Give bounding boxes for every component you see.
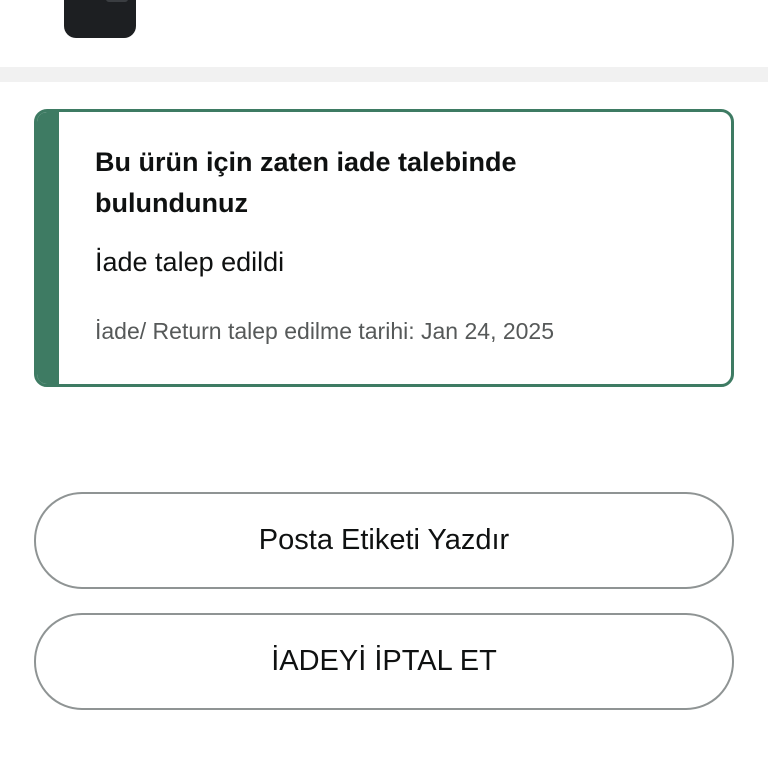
product-image[interactable]: [64, 0, 136, 38]
return-status-text: İade talep edildi: [95, 247, 285, 277]
product-image-detail: [106, 0, 128, 2]
return-details-page: Bu ürün için zaten iade talebinde bulund…: [0, 0, 768, 768]
return-status-title: Bu ürün için zaten iade talebinde bulund…: [95, 147, 517, 218]
status-accent-bar: [37, 112, 59, 384]
cancel-return-button[interactable]: İADEYİ İPTAL ET: [34, 613, 734, 710]
print-label-button[interactable]: Posta Etiketi Yazdır: [34, 492, 734, 589]
return-request-date: İade/ Return talep edilme tarihi: Jan 24…: [95, 318, 555, 344]
return-status-card: Bu ürün için zaten iade talebinde bulund…: [34, 109, 734, 387]
section-divider: [0, 67, 768, 82]
